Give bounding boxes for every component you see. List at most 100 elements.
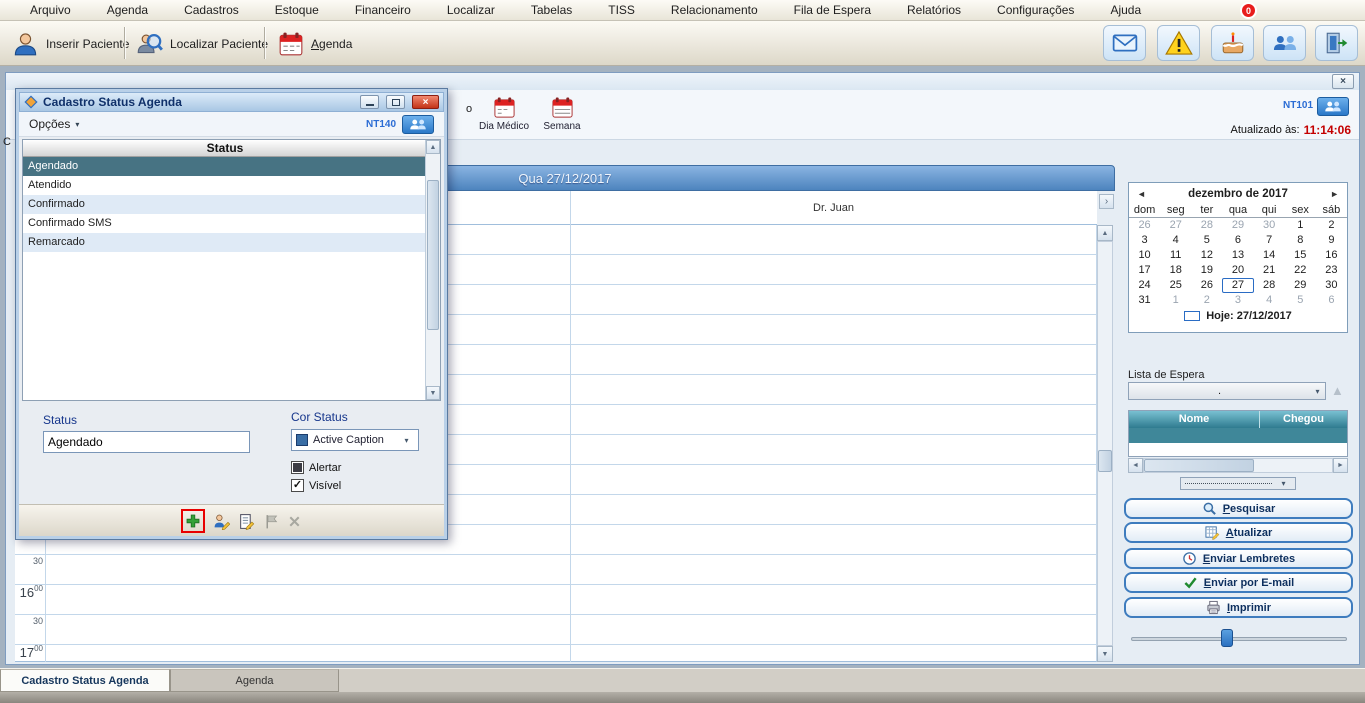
menu-item-ajuda[interactable]: Ajuda [1092, 2, 1159, 18]
cor-status-combo[interactable]: Active Caption ▾ [291, 429, 419, 451]
menu-item-cadastros[interactable]: Cadastros [166, 2, 257, 18]
status-list-item[interactable]: Agendado [23, 157, 427, 176]
column-nome[interactable]: Nome [1129, 411, 1260, 428]
edit-person-button[interactable] [212, 512, 230, 530]
menu-item-fila-de-espera[interactable]: Fila de Espera [776, 2, 889, 18]
atualizar-button[interactable]: Atualizar [1124, 522, 1353, 543]
menu-item-tabelas[interactable]: Tabelas [513, 2, 590, 18]
vertical-scrollbar[interactable] [1097, 241, 1113, 646]
status-list-item[interactable]: Confirmado [23, 195, 427, 214]
close-button[interactable]: × [412, 95, 439, 109]
alert-button[interactable] [1157, 25, 1200, 61]
calendar-day[interactable]: 8 [1285, 233, 1316, 248]
calendar-today-row[interactable]: Hoje: 27/12/2017 [1129, 310, 1347, 322]
calendar-day[interactable]: 26 [1129, 218, 1160, 233]
calendar-day[interactable]: 16 [1316, 248, 1347, 263]
calendar-day[interactable]: 11 [1160, 248, 1191, 263]
status-list-item[interactable]: Confirmado SMS [23, 214, 427, 233]
menu-item-localizar[interactable]: Localizar [429, 2, 513, 18]
inserir-paciente-button[interactable]: Inserir Paciente [4, 26, 137, 61]
calendar-day[interactable]: 30 [1316, 278, 1347, 293]
collapse-panel-icon[interactable]: ▲ [1331, 383, 1344, 398]
alertar-checkbox-row[interactable]: Alertar [291, 461, 341, 474]
scroll-down-icon[interactable]: ▼ [426, 386, 440, 400]
scroll-right-icon[interactable]: ► [1333, 458, 1348, 473]
menu-item-relacionamento[interactable]: Relacionamento [653, 2, 776, 18]
calendar-day[interactable]: 31 [1129, 293, 1160, 308]
column-chegou[interactable]: Chegou [1260, 411, 1347, 428]
zoom-slider-handle[interactable] [1221, 629, 1233, 647]
edit-document-button[interactable] [237, 512, 255, 530]
calendar-day[interactable]: 25 [1160, 278, 1191, 293]
scroll-left-icon[interactable]: ◄ [1128, 458, 1143, 473]
calendar-day[interactable]: 28 [1254, 278, 1285, 293]
online-users-button[interactable] [402, 114, 434, 134]
calendar-day[interactable]: 28 [1191, 218, 1222, 233]
list-scrollbar-thumb[interactable] [427, 180, 439, 330]
calendar-day[interactable]: 3 [1222, 293, 1253, 308]
maximize-button[interactable] [386, 95, 405, 109]
calendar-day[interactable]: 1 [1160, 293, 1191, 308]
menu-item-relatorios[interactable]: Relatórios [889, 2, 979, 18]
menu-item-arquivo[interactable]: Arquivo [12, 2, 89, 18]
enviar-lembretes-button[interactable]: Enviar Lembretes [1124, 548, 1353, 569]
horizontal-scrollbar-thumb[interactable] [1144, 459, 1254, 472]
add-status-button[interactable] [185, 513, 201, 529]
calendar-day[interactable]: 30 [1254, 218, 1285, 233]
alertar-checkbox[interactable] [291, 461, 304, 474]
calendar-day[interactable]: 4 [1160, 233, 1191, 248]
calendar-day[interactable]: 5 [1191, 233, 1222, 248]
chevron-down-icon[interactable]: ▾ [399, 436, 414, 445]
scroll-up-icon[interactable]: ▲ [426, 140, 440, 154]
calendar-day[interactable]: 12 [1191, 248, 1222, 263]
vertical-scrollbar-thumb[interactable] [1098, 450, 1112, 472]
tab-agenda[interactable]: Agenda [170, 669, 339, 692]
patients-online-button[interactable] [1263, 25, 1306, 61]
birthday-button[interactable] [1211, 25, 1254, 61]
opcoes-menu[interactable]: Opções [29, 117, 70, 131]
calendar-day[interactable]: 17 [1129, 263, 1160, 278]
localizar-paciente-button[interactable]: Localizar Paciente [128, 26, 276, 61]
enviar-por-email-button[interactable]: Enviar por E-mail [1124, 572, 1353, 593]
flag-button[interactable] [262, 512, 280, 530]
menu-item-financeiro[interactable]: Financeiro [337, 2, 429, 18]
online-users-button[interactable] [1317, 97, 1349, 116]
status-input[interactable] [43, 431, 250, 453]
menu-item-agenda[interactable]: Agenda [89, 2, 166, 18]
prev-month-icon[interactable]: ◄ [1137, 189, 1146, 199]
scroll-down-icon[interactable]: ▼ [1097, 646, 1113, 662]
status-list-item[interactable]: Atendido [23, 176, 427, 195]
calendar-day[interactable]: 2 [1191, 293, 1222, 308]
calendar-day[interactable]: 1 [1285, 218, 1316, 233]
menu-item-estoque[interactable]: Estoque [257, 2, 337, 18]
dia-medico-button[interactable]: Dia Médico [476, 96, 532, 132]
agenda-button[interactable]: Agenda [270, 26, 360, 61]
tab-cadastro-status-agenda[interactable]: Cadastro Status Agenda [0, 669, 170, 692]
chevron-down-icon[interactable]: ▾ [1310, 387, 1325, 396]
calendar-day[interactable]: 21 [1254, 263, 1285, 278]
calendar-day[interactable]: 5 [1285, 293, 1316, 308]
calendar-day[interactable]: 7 [1254, 233, 1285, 248]
calendar-day[interactable]: 14 [1254, 248, 1285, 263]
calendar-day[interactable]: 29 [1222, 218, 1253, 233]
mdi-close-icon[interactable]: × [1332, 74, 1354, 89]
calendar-day[interactable]: 10 [1129, 248, 1160, 263]
chevron-down-icon[interactable]: ▾ [1276, 479, 1291, 488]
calendar-day[interactable]: 19 [1191, 263, 1222, 278]
menu-item-tiss[interactable]: TISS [590, 2, 653, 18]
next-month-icon[interactable]: ► [1330, 189, 1339, 199]
dialog-titlebar[interactable]: Cadastro Status Agenda × [19, 92, 444, 112]
visivel-checkbox-row[interactable]: ✓ Visível [291, 479, 341, 492]
calendar-day[interactable]: 27 [1160, 218, 1191, 233]
status-list-header[interactable]: Status [23, 140, 427, 157]
doctor-column-header[interactable]: Dr. Juan [570, 202, 1097, 214]
imprimir-button[interactable]: Imprimir [1124, 597, 1353, 618]
calendar-day[interactable]: 15 [1285, 248, 1316, 263]
status-list-item[interactable]: Remarcado [23, 233, 427, 252]
minimize-button[interactable] [360, 95, 379, 109]
scroll-up-icon[interactable]: ▲ [1097, 225, 1113, 241]
zoom-slider-track[interactable] [1131, 637, 1347, 641]
calendar-day[interactable]: 26 [1191, 278, 1222, 293]
wait-list-table[interactable]: Nome Chegou [1128, 410, 1348, 457]
menu-item-configuracoes[interactable]: Configurações [979, 2, 1092, 18]
